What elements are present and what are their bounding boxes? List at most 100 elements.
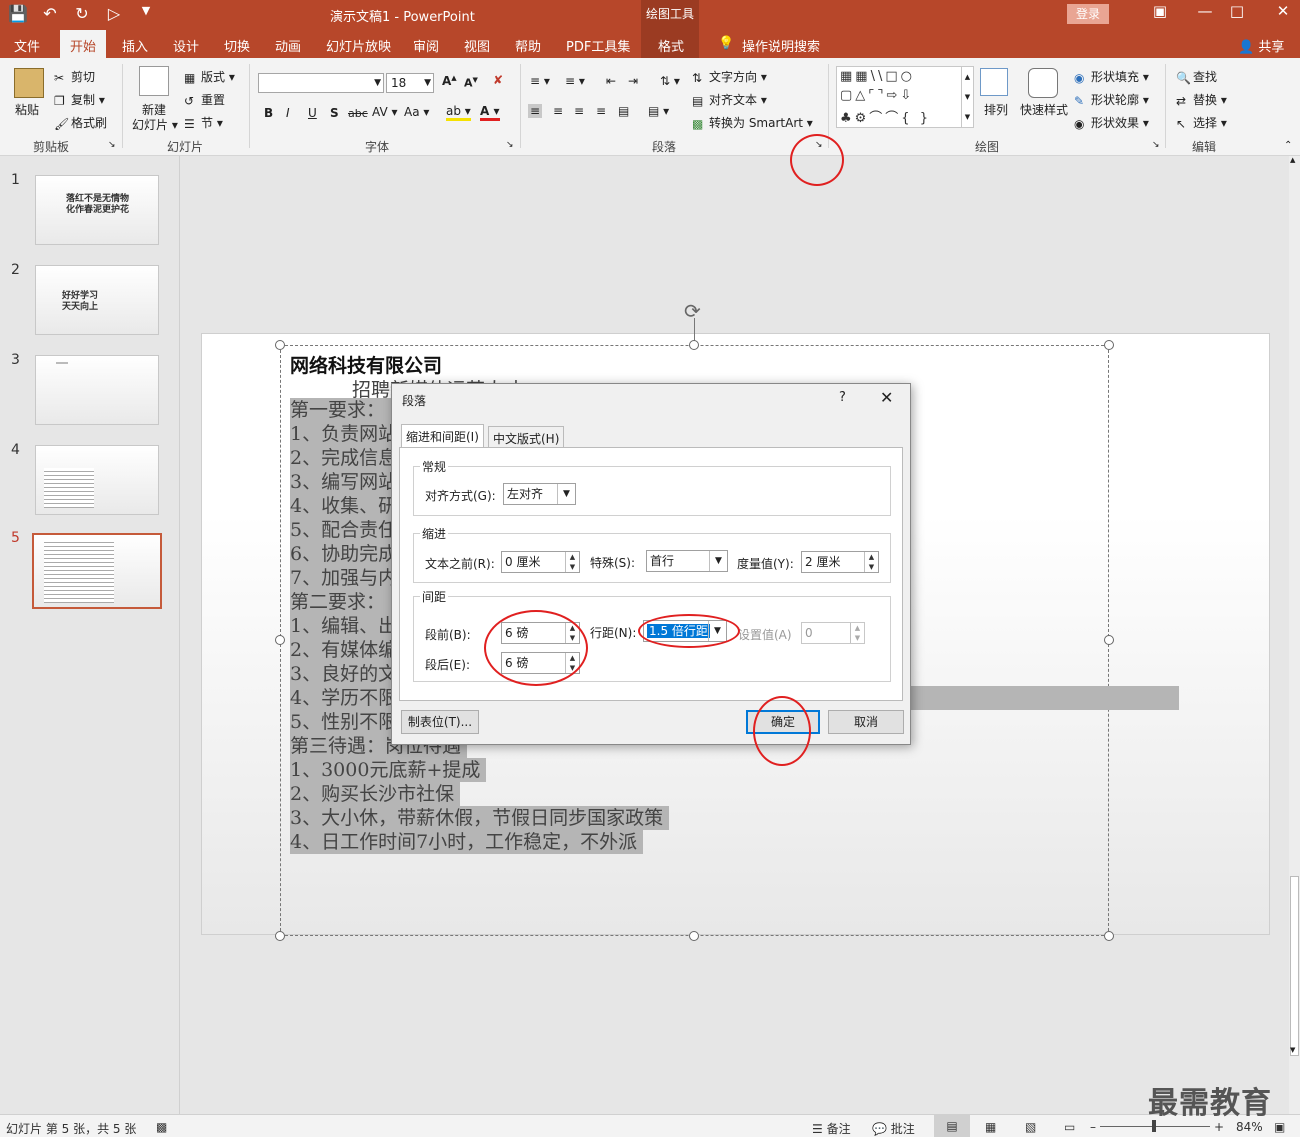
cut-button[interactable]: ✂ 剪切	[54, 68, 95, 85]
spinner-icon[interactable]: ▲ ▼	[864, 552, 878, 572]
new-slide-icon[interactable]	[139, 66, 169, 96]
format-painter-button[interactable]: 🖌 格式刷	[54, 114, 107, 131]
tab-design[interactable]: 设计	[173, 36, 199, 55]
tell-me-search[interactable]: 操作说明搜索	[742, 36, 820, 55]
new-slide-label2[interactable]: 幻灯片 ▾	[132, 116, 178, 133]
underline-icon[interactable]: U	[308, 106, 317, 120]
section-button[interactable]: ☰ 节 ▾	[184, 114, 223, 131]
slide-body-line[interactable]: 7、加强与内	[290, 566, 404, 590]
slide-body-line[interactable]: 6、协助完成	[290, 542, 404, 566]
tab-indent-spacing[interactable]: 缩进和间距(I)	[401, 424, 484, 448]
zoom-level[interactable]: 84%	[1236, 1120, 1263, 1134]
resize-handle[interactable]	[689, 340, 699, 350]
smartart-button[interactable]: ▩ 转换为 SmartArt ▾	[692, 114, 813, 131]
slide-body-line[interactable]: 2、完成信息	[290, 446, 404, 470]
alignment-select[interactable]: 左对齐 ▼	[503, 483, 576, 505]
undo-icon[interactable]: ↶	[40, 4, 60, 23]
slide-body-line[interactable]: 2、有媒体编	[290, 638, 404, 662]
slide-body-line[interactable]: 1、负责网站	[290, 422, 404, 446]
resize-handle[interactable]	[1104, 635, 1114, 645]
fit-to-window-icon[interactable]: ▣	[1274, 1120, 1285, 1134]
resize-handle[interactable]	[275, 635, 285, 645]
resize-handle[interactable]	[275, 340, 285, 350]
slide-body-line[interactable]: 2、购买长沙市社保	[290, 782, 461, 806]
scroll-down-icon[interactable]: ▼	[1290, 1046, 1295, 1054]
tab-review[interactable]: 审阅	[413, 36, 439, 55]
slide-body-line[interactable]: 第二要求：	[290, 590, 392, 614]
slide-body-line[interactable]: 1、编辑、出	[290, 614, 404, 638]
character-spacing-icon[interactable]: AV ▾	[372, 105, 398, 119]
cancel-button[interactable]: 取消	[828, 710, 904, 734]
drawing-launcher-icon[interactable]: ↘	[1152, 140, 1160, 150]
minimize-icon[interactable]: —	[1190, 2, 1220, 20]
maximize-icon[interactable]: □	[1222, 2, 1252, 20]
shape-outline-button[interactable]: ✎ 形状轮廓 ▾	[1074, 91, 1149, 108]
slide-body-line[interactable]: 1、3000元底薪+提成	[290, 758, 487, 782]
find-button[interactable]: 🔍 查找	[1176, 68, 1217, 85]
bold-icon[interactable]: B	[264, 106, 273, 120]
normal-view-icon[interactable]: ▤	[934, 1115, 970, 1137]
comments-button[interactable]: 💬 批注	[872, 1120, 915, 1137]
slide-sorter-icon[interactable]: ▦	[985, 1120, 996, 1134]
tell-me-icon[interactable]: 💡	[718, 36, 734, 51]
scroll-up-icon[interactable]: ▲	[1290, 156, 1295, 164]
text-direction-button[interactable]: ⇅ 文字方向 ▾	[692, 68, 767, 85]
slide-thumbnail-4[interactable]	[35, 445, 159, 515]
vertical-scrollbar[interactable]: ▲ ▼	[1289, 156, 1300, 1114]
tab-home[interactable]: 开始	[70, 36, 96, 55]
slide-body-line[interactable]: 3、大小休，带薪休假，节假日同步国家政策	[290, 806, 670, 830]
spinner-icon[interactable]: ▲ ▼	[565, 552, 579, 572]
zoom-in-icon[interactable]: +	[1214, 1120, 1224, 1134]
slide-body-line[interactable]: 5、性别不限	[290, 710, 404, 734]
replace-button[interactable]: ⇄ 替换 ▾	[1176, 91, 1227, 108]
reading-view-icon[interactable]: ▧	[1025, 1120, 1036, 1134]
save-icon[interactable]: 💾	[8, 4, 28, 23]
tab-view[interactable]: 视图	[464, 36, 490, 55]
layout-button[interactable]: ▦ 版式 ▾	[184, 68, 235, 85]
slide-thumbnail-3[interactable]	[35, 355, 159, 425]
slide-thumbnail-5[interactable]	[32, 533, 162, 609]
tabs-button[interactable]: 制表位(T)...	[401, 710, 479, 734]
clipboard-launcher-icon[interactable]: ↘	[108, 140, 116, 150]
before-text-input[interactable]: 0 厘米 ▲ ▼	[501, 551, 580, 573]
resize-handle[interactable]	[1104, 340, 1114, 350]
grow-font-icon[interactable]: A▲	[442, 74, 457, 88]
font-color-icon[interactable]: A ▾	[480, 104, 500, 121]
shape-fill-button[interactable]: ◉ 形状填充 ▾	[1074, 68, 1149, 85]
font-size-combo[interactable]: 18 ▼	[386, 73, 434, 93]
text-shadow-icon[interactable]: S	[330, 106, 339, 120]
special-select[interactable]: 首行 ▼	[646, 550, 728, 572]
justify-icon[interactable]: ≡	[596, 104, 606, 118]
tab-slideshow[interactable]: 幻灯片放映	[326, 36, 391, 55]
quick-styles-icon[interactable]	[1028, 68, 1058, 98]
rotate-handle-icon[interactable]: ⟳	[684, 299, 701, 323]
slide-title[interactable]: 网络科技有限公司	[290, 351, 442, 378]
tab-transitions[interactable]: 切换	[224, 36, 250, 55]
align-center-icon[interactable]: ≡	[553, 104, 563, 118]
tab-format[interactable]: 格式	[658, 36, 684, 55]
close-icon[interactable]: ✕	[880, 388, 893, 407]
bullets-icon[interactable]: ≡ ▾	[530, 74, 550, 88]
by-input[interactable]: 2 厘米 ▲ ▼	[801, 551, 879, 573]
notes-button[interactable]: ☰ 备注	[812, 1120, 851, 1137]
shrink-font-icon[interactable]: A▼	[464, 76, 478, 90]
tab-chinese-typography[interactable]: 中文版式(H)	[488, 426, 565, 448]
collapse-ribbon-icon[interactable]: ⌃	[1284, 140, 1292, 151]
arrange-button[interactable]: 排列	[984, 101, 1008, 118]
close-icon[interactable]: ✕	[1268, 2, 1298, 20]
customize-qat-icon[interactable]: ▼	[136, 4, 156, 23]
help-button[interactable]: ?	[839, 390, 846, 405]
at-input[interactable]: 0 ▲ ▼	[801, 622, 865, 644]
paste-icon[interactable]	[14, 68, 44, 98]
copy-button[interactable]: ❐ 复制 ▾	[54, 91, 105, 108]
strikethrough-icon[interactable]: abc	[348, 107, 368, 120]
slideshow-view-icon[interactable]: ▭	[1064, 1120, 1075, 1134]
shape-effects-button[interactable]: ◉ 形状效果 ▾	[1074, 114, 1149, 131]
italic-icon[interactable]: I	[286, 106, 290, 120]
accessibility-icon[interactable]: ▩	[156, 1120, 167, 1134]
slide-body-line[interactable]: 4、学历不限	[290, 686, 404, 710]
tab-file[interactable]: 文件	[14, 36, 40, 55]
align-left-icon[interactable]: ≡	[528, 104, 543, 118]
start-slideshow-icon[interactable]: ▷	[104, 4, 124, 23]
login-button[interactable]: 登录	[1067, 4, 1109, 24]
